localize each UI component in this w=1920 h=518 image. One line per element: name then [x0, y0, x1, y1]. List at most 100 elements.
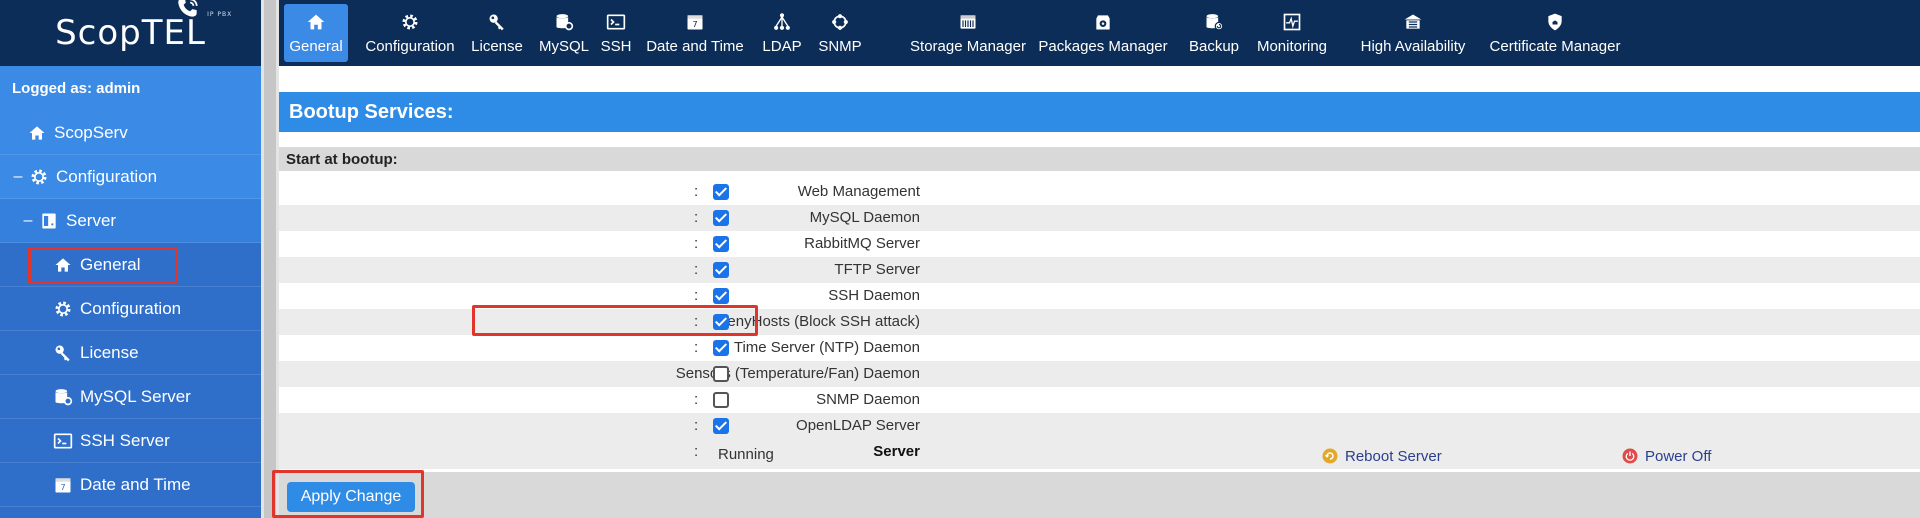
service-checkbox[interactable] — [713, 184, 729, 200]
backup-icon — [1203, 11, 1225, 33]
service-row: RabbitMQ Server : — [279, 231, 1920, 257]
toolbar-ldap[interactable]: LDAP — [757, 4, 807, 62]
service-checkbox[interactable] — [713, 288, 729, 304]
service-checkbox[interactable] — [713, 392, 729, 408]
service-row: MySQL Daemon : — [279, 205, 1920, 231]
service-checkbox[interactable] — [713, 340, 729, 356]
colon-separator: : — [694, 183, 699, 200]
logo: ScopTEL IP PBX — [55, 0, 231, 53]
sidebar-item-date-and-time[interactable]: 7 Date and Time — [0, 463, 261, 507]
service-label: OpenLDAP Server — [796, 417, 920, 434]
power-off-link[interactable]: Power Off — [1621, 447, 1711, 465]
storage-icon — [957, 11, 979, 33]
logo-area: ScopTEL IP PBX — [0, 0, 261, 66]
service-checkbox[interactable] — [713, 236, 729, 252]
sidebar-item-license[interactable]: License — [0, 331, 261, 375]
service-checkbox[interactable] — [713, 210, 729, 226]
sidebar-scrollbar-thumb[interactable] — [264, 0, 276, 518]
server-status: Running — [718, 446, 774, 463]
top-toolbar: General Configuration License MySQL SSH … — [279, 0, 1920, 66]
service-row: SNMP Daemon : — [279, 387, 1920, 413]
sidebar-item-mysql-server[interactable]: MySQL Server — [0, 375, 261, 419]
toolbar-label: License — [471, 38, 523, 55]
service-checkbox[interactable] — [713, 418, 729, 434]
toolbar-snmp[interactable]: SNMP — [814, 4, 866, 62]
main-content: Bootup Services: Start at bootup: Web Ma… — [279, 66, 1920, 518]
sidebar-item-label: Server — [66, 210, 117, 230]
phone-icon — [178, 0, 198, 17]
sidebar-item-configuration[interactable]: – Configuration — [0, 155, 261, 199]
network-ring-icon — [829, 11, 851, 33]
svg-text:7: 7 — [60, 482, 65, 492]
tree-icon — [771, 11, 793, 33]
sidebar-item-ssh-server[interactable]: SSH Server — [0, 419, 261, 463]
sidebar-item-label: SSH Server — [80, 430, 170, 450]
server-icon — [38, 210, 60, 232]
service-checkbox[interactable] — [713, 314, 729, 330]
colon-separator: : — [694, 235, 699, 252]
sidebar-item-label: MySQL Server — [80, 386, 191, 406]
toolbar-ssh[interactable]: SSH — [597, 4, 635, 62]
sidebar-item-label: License — [80, 342, 139, 362]
toolbar-packages-manager[interactable]: Packages Manager — [1038, 4, 1168, 62]
home-icon — [26, 122, 48, 144]
toolbar-high-availability[interactable]: High Availability — [1357, 4, 1469, 62]
service-row: Sensors (Temperature/Fan) Daemon : — [279, 361, 1920, 387]
terminal-icon — [52, 430, 74, 452]
colon-separator: : — [694, 261, 699, 278]
colon-separator: : — [694, 339, 699, 356]
gear-icon — [399, 11, 421, 33]
colon-separator: : — [694, 287, 699, 304]
sidebar-item-label: General — [80, 254, 141, 274]
sidebar-item-server[interactable]: – Server — [0, 199, 261, 243]
toolbar-configuration[interactable]: Configuration — [363, 4, 457, 62]
toolbar-date-and-time[interactable]: 7 Date and Time — [643, 4, 747, 62]
gear-icon — [28, 166, 50, 188]
toolbar-label: Storage Manager — [910, 38, 1026, 55]
colon-separator: : — [694, 365, 699, 382]
toolbar-label: SSH — [600, 38, 632, 55]
service-row: SSH Daemon : — [279, 283, 1920, 309]
power-icon — [1622, 448, 1638, 464]
toolbar-monitoring[interactable]: Monitoring — [1252, 4, 1332, 62]
toolbar-mysql[interactable]: MySQL — [537, 4, 591, 62]
home-icon — [52, 254, 74, 276]
sidebar-item-general[interactable]: General — [0, 243, 261, 287]
toolbar-license[interactable]: License — [469, 4, 525, 62]
toolbar-backup[interactable]: Backup — [1185, 4, 1243, 62]
service-label: MySQL Daemon — [809, 209, 920, 226]
collapse-icon[interactable]: – — [12, 168, 24, 186]
server-row: Server : Running Reboot Server Power Off — [279, 439, 1920, 469]
database-gear-icon — [553, 11, 575, 33]
service-label: SSH Daemon — [828, 287, 920, 304]
section-header: Start at bootup: — [279, 147, 1920, 171]
service-row: Time Server (NTP) Daemon : — [279, 335, 1920, 361]
service-label: DenyHosts (Block SSH attack) — [716, 313, 920, 330]
collapse-icon[interactable]: – — [22, 212, 34, 230]
key-icon — [52, 342, 74, 364]
service-label: Web Management — [797, 183, 920, 200]
service-label: RabbitMQ Server — [804, 235, 920, 252]
apply-change-button[interactable]: Apply Change — [287, 482, 415, 512]
toolbar-storage-manager[interactable]: Storage Manager — [906, 4, 1030, 62]
svg-text:7: 7 — [692, 19, 697, 29]
toolbar-label: High Availability — [1360, 38, 1466, 55]
sidebar-item-configuration-sub[interactable]: Configuration — [0, 287, 261, 331]
toolbar-general[interactable]: General — [284, 4, 348, 62]
sidebar: ScopTEL IP PBX Logged as: admin ScopServ… — [0, 0, 261, 518]
toolbar-label: MySQL — [538, 38, 589, 55]
toolbar-label: Date and Time — [646, 38, 744, 55]
sidebar-item-scopserv[interactable]: ScopServ — [0, 111, 261, 155]
service-row-denyhosts: DenyHosts (Block SSH attack) : — [279, 309, 1920, 335]
service-checkbox[interactable] — [713, 366, 729, 382]
calendar-icon: 7 — [52, 474, 74, 496]
toolbar-certificate-manager[interactable]: Certificate Manager — [1489, 4, 1621, 62]
service-checkbox[interactable] — [713, 262, 729, 278]
apply-row: Apply Change — [279, 472, 1920, 518]
reboot-server-link[interactable]: Reboot Server — [1321, 447, 1442, 465]
home-icon — [305, 11, 327, 33]
app-root: ScopTEL IP PBX Logged as: admin ScopServ… — [0, 0, 1920, 518]
toolbar-label: SNMP — [818, 38, 862, 55]
sidebar-item-label: Date and Time — [80, 474, 191, 494]
colon-separator: : — [694, 443, 699, 460]
